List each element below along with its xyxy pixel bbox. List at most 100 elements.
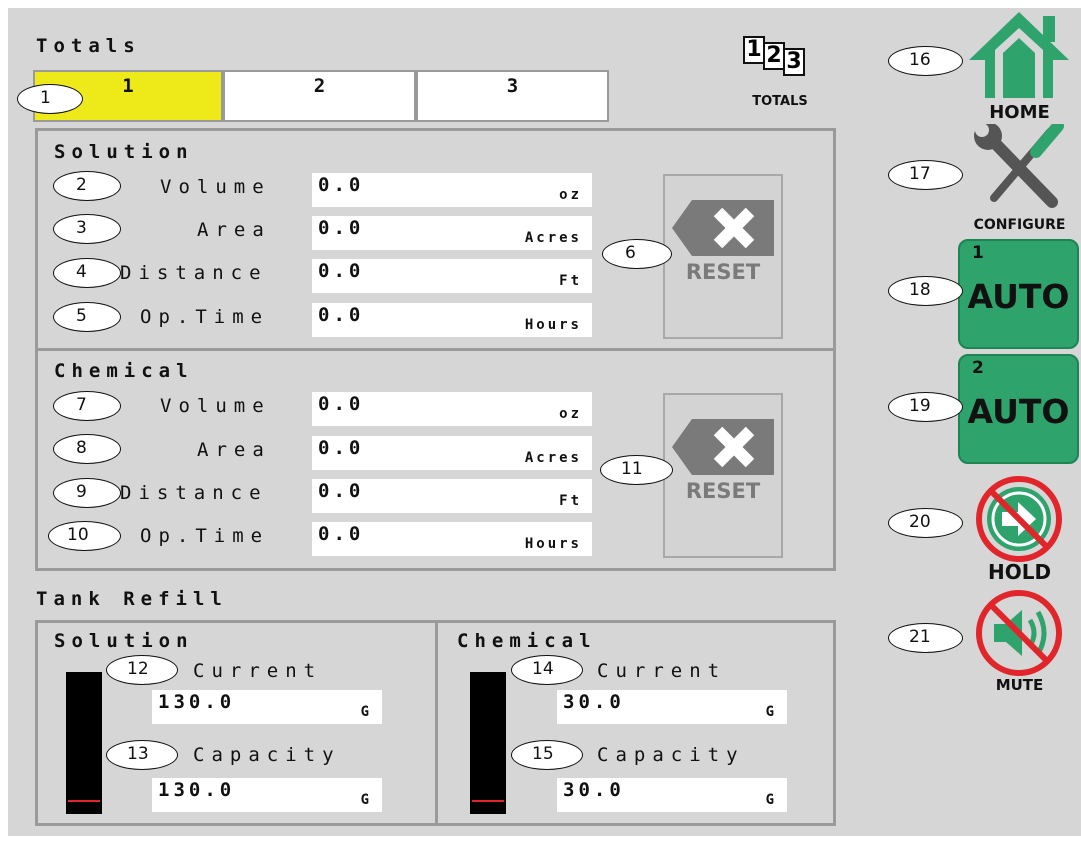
auto-2-label: AUTO bbox=[967, 392, 1070, 431]
tank-solution-current-value: 130.0 bbox=[158, 691, 236, 713]
chemical-reset-button[interactable]: RESET bbox=[663, 393, 783, 558]
solution-area-field[interactable]: 0.0 Acres bbox=[312, 216, 592, 250]
solution-distance-field[interactable]: 0.0 Ft bbox=[312, 259, 592, 293]
hold-label: HOLD bbox=[987, 560, 1052, 584]
mute-label: MUTE bbox=[995, 676, 1044, 694]
reset-x-icon bbox=[672, 419, 774, 475]
callout-11: 11 bbox=[600, 455, 673, 485]
tank-solution-title: Solution bbox=[54, 630, 194, 652]
callout-19: 19 bbox=[888, 392, 963, 422]
callout-18: 18 bbox=[888, 276, 963, 306]
callout-21: 21 bbox=[888, 623, 963, 653]
solution-optime-field[interactable]: 0.0 Hours bbox=[312, 303, 592, 337]
solution-area-label: Area bbox=[197, 219, 271, 241]
tank-refill-divider bbox=[435, 623, 438, 823]
solution-tank-level-bar bbox=[66, 672, 102, 814]
totals-icon-label: TOTALS bbox=[752, 94, 808, 109]
chemical-distance-label: Distance bbox=[120, 482, 268, 504]
callout-9: 9 bbox=[53, 478, 121, 508]
tank-chemical-current-unit: G bbox=[765, 704, 777, 720]
tank-chemical-current-field[interactable]: 30.0 G bbox=[557, 690, 787, 724]
mute-speaker-icon bbox=[976, 590, 1062, 676]
configure-label: CONFIGURE bbox=[973, 217, 1066, 233]
callout-12: 12 bbox=[106, 655, 178, 685]
hold-button[interactable]: HOLD bbox=[962, 474, 1077, 586]
tank-chemical-capacity-label: Capacity bbox=[597, 744, 745, 766]
chemical-optime-label: Op.Time bbox=[140, 525, 270, 547]
solution-area-unit: Acres bbox=[524, 230, 582, 246]
configure-button[interactable]: CONFIGURE bbox=[958, 124, 1081, 236]
tank-chemical-capacity-value: 30.0 bbox=[563, 779, 625, 801]
chemical-reset-label: RESET bbox=[685, 479, 761, 503]
callout-16: 16 bbox=[888, 46, 963, 76]
callout-13: 13 bbox=[106, 740, 178, 770]
tank-solution-capacity-value: 130.0 bbox=[158, 779, 236, 801]
tank-chemical-capacity-field[interactable]: 30.0 G bbox=[557, 778, 787, 812]
solution-reset-label: RESET bbox=[685, 260, 761, 284]
chemical-area-field[interactable]: 0.0 Acres bbox=[312, 436, 592, 470]
solution-optime-unit: Hours bbox=[524, 317, 582, 333]
solution-reset-button[interactable]: RESET bbox=[663, 174, 783, 339]
chemical-volume-field[interactable]: 0.0 oz bbox=[312, 392, 592, 426]
solution-optime-label: Op.Time bbox=[140, 306, 270, 328]
tank-solution-capacity-field[interactable]: 130.0 G bbox=[152, 778, 382, 812]
chemical-area-label: Area bbox=[197, 439, 271, 461]
totals-digit-2: 2 bbox=[763, 42, 785, 70]
home-icon bbox=[969, 12, 1069, 98]
totals-digit-3: 3 bbox=[783, 48, 805, 76]
auto-1-button[interactable]: 1 AUTO bbox=[958, 239, 1079, 349]
tab-3[interactable]: 3 bbox=[416, 70, 609, 122]
callout-1: 1 bbox=[17, 84, 83, 114]
callout-2: 2 bbox=[53, 171, 121, 201]
chemical-optime-field[interactable]: 0.0 Hours bbox=[312, 522, 592, 556]
tank-solution-capacity-unit: G bbox=[360, 792, 372, 808]
chemical-distance-field[interactable]: 0.0 Ft bbox=[312, 479, 592, 513]
totals-digit-1: 1 bbox=[743, 36, 765, 64]
chemical-volume-unit: oz bbox=[559, 406, 582, 422]
tank-solution-capacity-label: Capacity bbox=[193, 744, 341, 766]
home-button[interactable]: HOME bbox=[962, 8, 1077, 123]
callout-10: 10 bbox=[48, 521, 121, 551]
solution-volume-unit: oz bbox=[559, 187, 582, 203]
tank-refill-title: Tank Refill bbox=[36, 588, 228, 610]
callout-7: 7 bbox=[53, 391, 121, 421]
callout-4: 4 bbox=[53, 258, 121, 288]
solution-distance-label: Distance bbox=[120, 262, 268, 284]
tab-3-label: 3 bbox=[506, 75, 519, 97]
tank-chemical-capacity-unit: G bbox=[765, 792, 777, 808]
tab-1-label: 1 bbox=[122, 75, 134, 97]
wrench-screwdriver-icon bbox=[974, 124, 1064, 208]
solution-distance-unit: Ft bbox=[559, 273, 582, 289]
auto-2-button[interactable]: 2 AUTO bbox=[958, 354, 1079, 464]
solution-optime-value: 0.0 bbox=[318, 304, 365, 326]
tank-chemical-title: Chemical bbox=[457, 630, 597, 652]
solution-volume-label: Volume bbox=[160, 176, 271, 198]
tank-solution-current-label: Current bbox=[193, 660, 323, 682]
mute-button[interactable]: MUTE bbox=[962, 588, 1077, 698]
tab-2[interactable]: 2 bbox=[223, 70, 416, 122]
chemical-tank-level-bar bbox=[470, 672, 506, 814]
callout-14: 14 bbox=[511, 655, 583, 685]
chemical-area-value: 0.0 bbox=[318, 437, 365, 459]
tank-solution-current-field[interactable]: 130.0 G bbox=[152, 690, 382, 724]
callout-20: 20 bbox=[888, 508, 963, 538]
callout-8: 8 bbox=[53, 434, 121, 464]
reset-x-icon bbox=[672, 200, 774, 256]
solution-volume-field[interactable]: 0.0 oz bbox=[312, 173, 592, 207]
hold-no-go-icon bbox=[976, 476, 1062, 562]
solution-distance-value: 0.0 bbox=[318, 260, 365, 282]
callout-5: 5 bbox=[53, 302, 121, 332]
chemical-area-unit: Acres bbox=[524, 450, 582, 466]
tank-solution-current-unit: G bbox=[360, 704, 372, 720]
callout-15: 15 bbox=[511, 740, 583, 770]
tab-2-label: 2 bbox=[313, 75, 326, 97]
chemical-distance-unit: Ft bbox=[559, 493, 582, 509]
callout-3: 3 bbox=[53, 214, 121, 244]
solution-area-value: 0.0 bbox=[318, 217, 365, 239]
panel-divider bbox=[38, 348, 833, 351]
chemical-distance-value: 0.0 bbox=[318, 480, 365, 502]
callout-17: 17 bbox=[888, 160, 963, 190]
auto-1-label: AUTO bbox=[967, 277, 1070, 316]
home-label: HOME bbox=[989, 102, 1050, 123]
page-title: Totals bbox=[36, 35, 141, 57]
